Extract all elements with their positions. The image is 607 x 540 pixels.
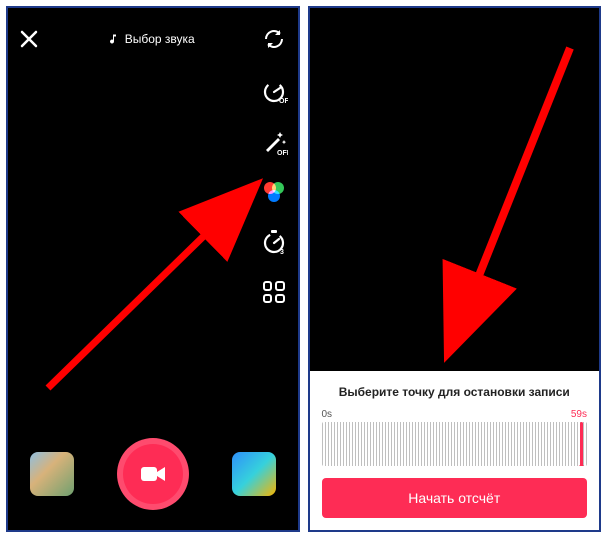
music-note-icon xyxy=(107,33,119,45)
timer-sheet-screen: Выберите точку для остановки записи 0s 5… xyxy=(308,6,602,532)
bottom-bar xyxy=(8,438,298,510)
upload-button[interactable] xyxy=(232,452,276,496)
sheet-title: Выберите точку для остановки записи xyxy=(339,385,570,399)
stop-point-handle[interactable] xyxy=(580,422,583,466)
video-camera-icon xyxy=(140,464,166,484)
annotation-arrow xyxy=(38,168,288,398)
annotation-arrow xyxy=(420,38,600,368)
flip-camera-icon[interactable] xyxy=(261,26,287,52)
beauty-icon[interactable]: OFF xyxy=(260,128,288,156)
more-tools-icon[interactable] xyxy=(260,278,288,306)
waveform[interactable] xyxy=(322,422,588,466)
close-icon[interactable] xyxy=(18,28,40,50)
wave-start-label: 0s xyxy=(322,409,333,420)
camera-screen: Выбор звука OFF OFF xyxy=(6,6,300,532)
top-bar: Выбор звука xyxy=(8,8,298,64)
side-tools: OFF OFF 3 xyxy=(260,78,288,306)
svg-text:3: 3 xyxy=(280,249,284,256)
timer-icon[interactable]: 3 xyxy=(260,228,288,256)
svg-text:OFF: OFF xyxy=(277,150,288,156)
wave-end-label: 59s xyxy=(571,409,587,420)
filters-icon[interactable] xyxy=(260,178,288,206)
start-countdown-button[interactable]: Начать отсчёт xyxy=(322,478,588,518)
sound-select[interactable]: Выбор звука xyxy=(97,28,205,50)
record-button[interactable] xyxy=(117,438,189,510)
sound-select-label: Выбор звука xyxy=(125,32,195,46)
effects-button[interactable] xyxy=(30,452,74,496)
speed-icon[interactable]: OFF xyxy=(260,78,288,106)
svg-text:OFF: OFF xyxy=(279,98,288,105)
countdown-sheet: Выберите точку для остановки записи 0s 5… xyxy=(310,371,600,530)
waveform-row: 0s 59s xyxy=(322,409,588,466)
